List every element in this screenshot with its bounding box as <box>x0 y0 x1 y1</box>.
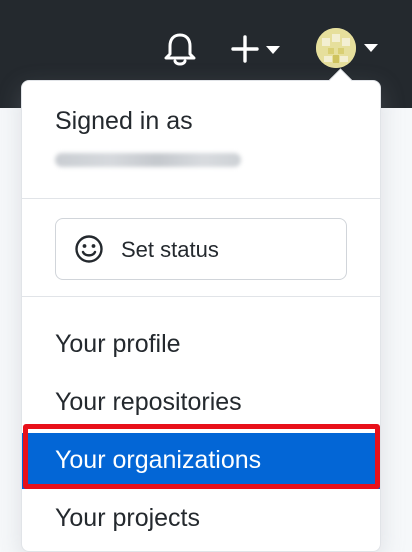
caret-down-icon <box>364 44 378 52</box>
menu-item-label: Your repositories <box>55 388 242 416</box>
user-menu-button[interactable] <box>312 24 382 72</box>
signed-in-label: Signed in as <box>55 107 193 135</box>
username-redacted <box>55 153 241 167</box>
user-dropdown-menu: Signed in as Set status Your profile You… <box>21 68 381 552</box>
menu-item-label: Your profile <box>55 330 181 358</box>
menu-item-your-profile[interactable]: Your profile <box>22 317 380 373</box>
menu-item-label: Your projects <box>55 504 200 532</box>
menu-item-your-repositories[interactable]: Your repositories <box>22 375 380 431</box>
set-status-label: Set status <box>121 237 219 262</box>
divider <box>22 198 380 199</box>
set-status-button[interactable]: Set status <box>55 218 347 280</box>
plus-icon <box>228 31 262 72</box>
create-new-button[interactable] <box>228 31 288 67</box>
bell-icon[interactable] <box>163 31 197 67</box>
smiley-icon <box>74 234 104 264</box>
caret-down-icon <box>266 46 280 54</box>
menu-item-your-projects[interactable]: Your projects <box>22 491 380 547</box>
divider <box>22 296 380 297</box>
user-avatar <box>316 28 356 68</box>
menu-item-your-organizations[interactable]: Your organizations <box>22 433 380 489</box>
menu-item-label: Your organizations <box>55 446 262 474</box>
